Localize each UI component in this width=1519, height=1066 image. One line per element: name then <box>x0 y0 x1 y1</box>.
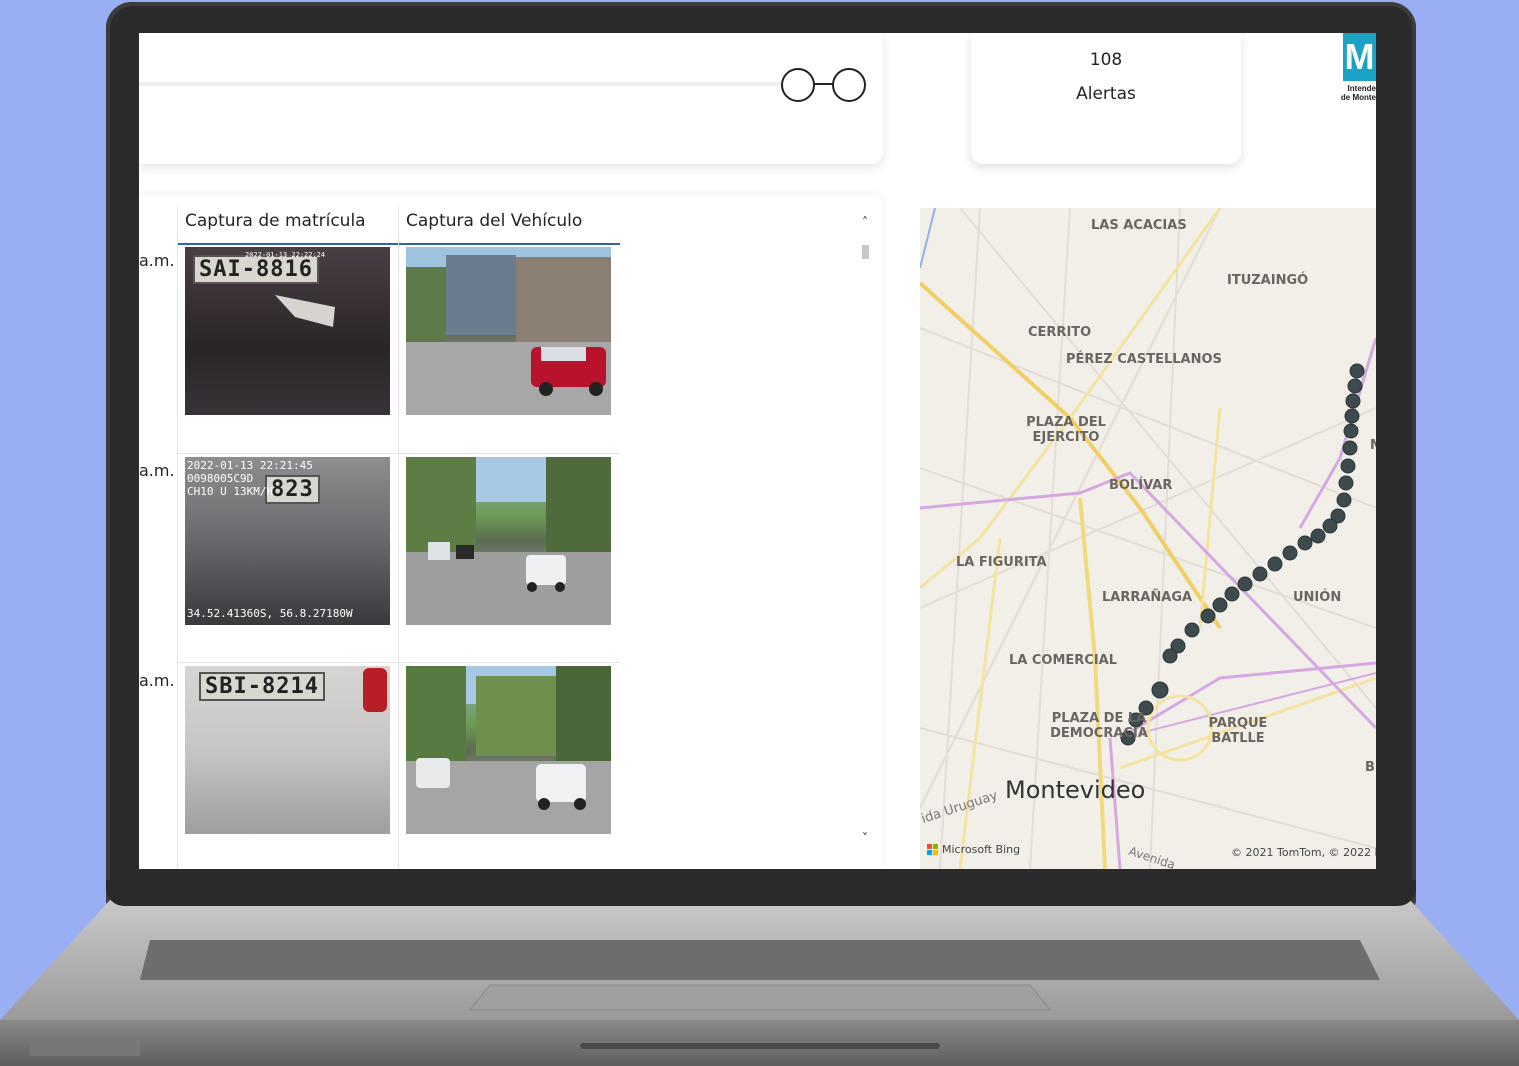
map-label-perez-castellanos: PÉREZ CASTELLANOS <box>1066 352 1222 367</box>
scroll-up-button[interactable]: ˄ <box>858 215 872 229</box>
capture-coordinates: 34.52.41360S, 56.8.27180W <box>187 607 353 620</box>
row-divider <box>177 453 620 454</box>
alerts-card: 108 Alertas <box>971 33 1241 164</box>
street-scene-graphic <box>406 666 611 834</box>
bing-attribution[interactable]: Microsoft Bing <box>942 843 1020 856</box>
row-3-time: a.m. <box>139 671 175 690</box>
laptop-base <box>0 900 1519 1066</box>
logo-line1: Intende <box>1347 84 1376 93</box>
plate-capture-image[interactable]: SBI-8214 <box>185 666 390 834</box>
map-label-cerrito: CERRITO <box>1028 325 1092 340</box>
map-streets <box>920 208 1376 869</box>
vehicle-capture-image[interactable] <box>406 457 611 625</box>
logo-line2: de Monte <box>1340 93 1376 102</box>
scroll-thumb[interactable] <box>862 245 869 259</box>
map-label-la-comercial: LA COMERCIAL <box>1009 653 1118 668</box>
map-label-bolivar: BOLÍVAR <box>1109 478 1173 493</box>
plate-capture-image[interactable]: 823 2022-01-13 22:21:45 0098005C9D CH10 … <box>185 457 390 625</box>
slider-end-handle[interactable] <box>832 68 866 102</box>
row-1-time: a.m. <box>139 251 175 270</box>
screen: 108 Alertas M Intende de Monte Captura d… <box>139 33 1376 869</box>
map-label-edge: M <box>1370 438 1376 453</box>
route-map[interactable]: LAS ACACIAS ITUZAINGÓ CERRITO PÉREZ CAST… <box>920 208 1376 869</box>
alerts-count: 108 <box>1089 50 1123 70</box>
map-label-edge: BU <box>1365 760 1376 775</box>
map-city-label: Montevideo <box>1005 776 1146 804</box>
map-label-plaza-de-la-democracia: PLAZA DE LA DEMOCRACIA <box>1050 711 1148 741</box>
intendencia-logo: M Intende de Monte <box>1340 33 1376 105</box>
filter-card <box>139 33 883 164</box>
slider-start-handle[interactable] <box>781 68 815 102</box>
date-slider-track[interactable] <box>139 82 789 86</box>
slider-range-link <box>813 83 833 85</box>
map-label-la-figurita: LA FIGURITA <box>956 555 1047 570</box>
map-label-plaza-del-ejercito: PLAZA DEL EJERCITO <box>1026 415 1106 445</box>
map-label-union: UNIÓN <box>1293 590 1342 605</box>
column-header-plate-capture[interactable]: Captura de matrícula <box>185 211 366 231</box>
map-label-las-acacias: LAS ACACIAS <box>1091 218 1187 233</box>
captures-table: Captura de matrícula Captura del Vehícul… <box>139 195 883 869</box>
scroll-down-button[interactable]: ˅ <box>858 831 872 845</box>
column-divider <box>398 207 399 869</box>
map-label-ituzaingo: ITUZAINGÓ <box>1227 273 1309 288</box>
capture-overlay-info: 2022-01-13 22:21:45 0098005C9D CH10 U 13… <box>187 459 313 498</box>
logo-letter: M <box>1343 33 1376 81</box>
vehicle-capture-image[interactable] <box>406 247 611 415</box>
street-scene-graphic <box>406 247 611 415</box>
street-scene-graphic <box>406 457 611 625</box>
microsoft-logo-icon <box>927 844 938 855</box>
column-divider <box>177 207 178 869</box>
vehicle-capture-image[interactable] <box>406 666 611 834</box>
table-scrollbar[interactable]: ˄ ˅ <box>858 207 872 847</box>
plate-capture-image[interactable]: SAI-8816 2022-01-13 22:22:24 <box>185 247 390 415</box>
map-label-larranaga: LARRAÑAGA <box>1102 590 1193 605</box>
column-header-vehicle-capture[interactable]: Captura del Vehículo <box>406 211 582 231</box>
tail-light-graphic <box>363 668 387 712</box>
plate-reflection-graphic <box>275 295 335 327</box>
alerts-label: Alertas <box>1076 84 1136 104</box>
map-label-parque-batlle: PARQUE BATLLE <box>1208 716 1268 746</box>
map-copyright: © 2021 TomTom, © 2022 I <box>1231 846 1376 859</box>
laptop-hinge <box>106 880 1416 906</box>
row-divider <box>177 662 620 663</box>
row-2-time: a.m. <box>139 461 175 480</box>
